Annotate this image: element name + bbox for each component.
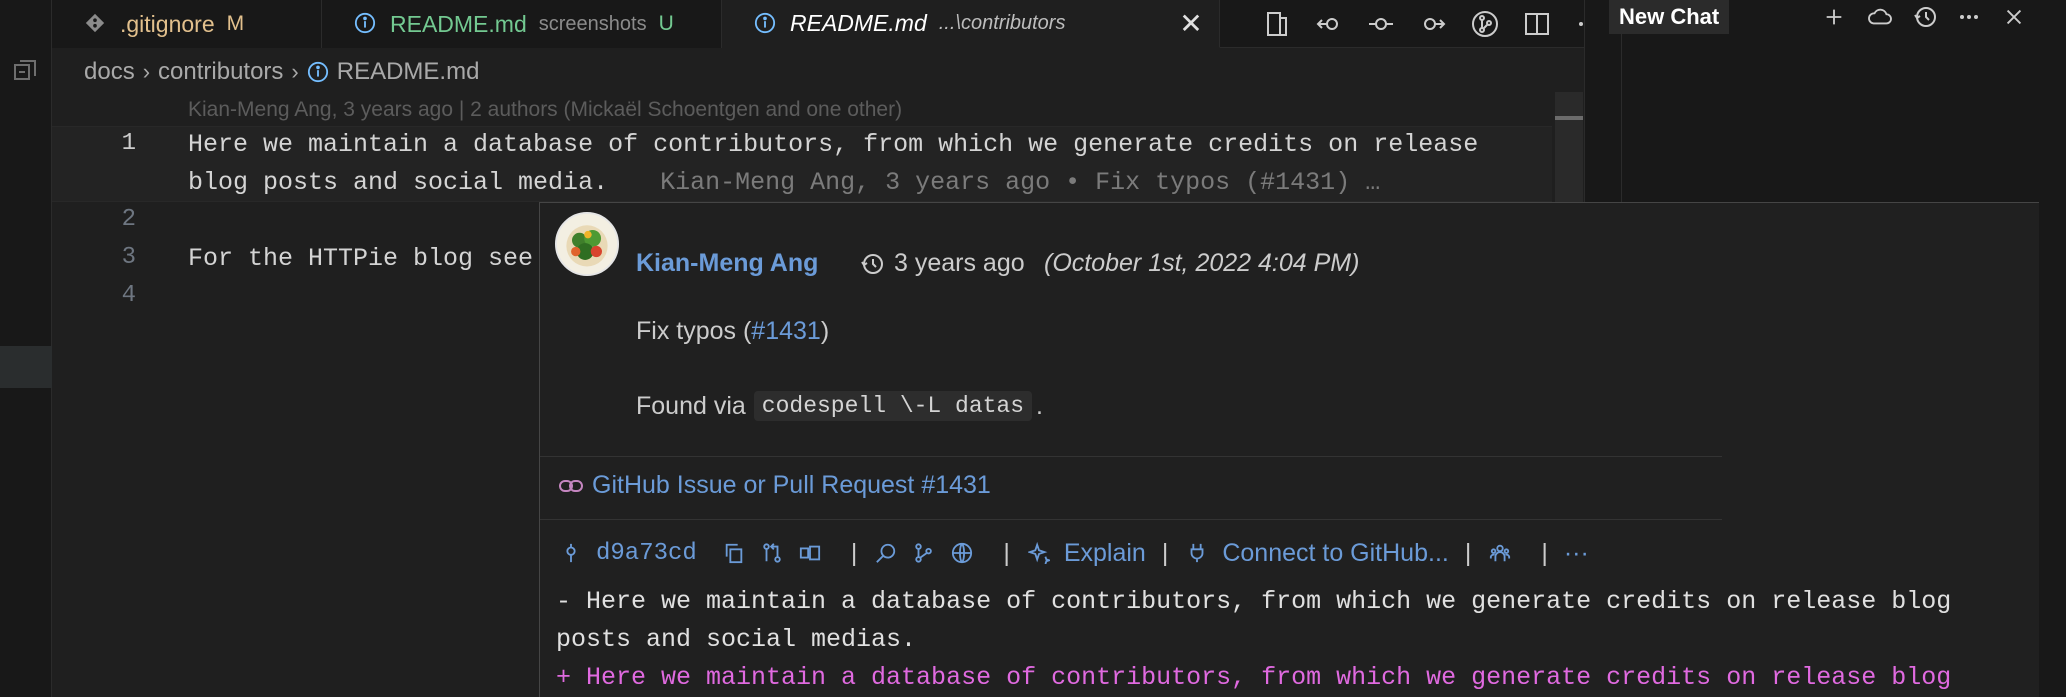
tab-bar: .gitignore M README.md screenshots U REA… <box>52 0 1599 48</box>
code-line-1-wrap: blog posts and social media. Kian-Meng An… <box>188 168 1380 197</box>
breadcrumb-item-readme[interactable]: README.md <box>337 58 480 86</box>
breadcrumb: docs › contributors › README.md <box>84 56 479 88</box>
history-icon <box>860 252 886 278</box>
tab-label: .gitignore <box>120 10 215 37</box>
separator: | <box>1541 538 1548 567</box>
separator: | <box>850 538 858 567</box>
graph-icon[interactable] <box>911 540 937 566</box>
message-text: ) <box>820 317 830 345</box>
issue-link-label: GitHub Issue or Pull Request #1431 <box>592 471 991 499</box>
next-change-icon[interactable] <box>1418 9 1448 39</box>
commit-toolbar: d9a73cd | | Explain | Connect to GitHub.… <box>558 533 1589 573</box>
team-icon[interactable] <box>1487 540 1513 566</box>
globe-icon[interactable] <box>949 540 975 566</box>
tab-readme-screenshots[interactable]: README.md screenshots U <box>322 0 722 48</box>
body-text: Found via <box>636 391 746 420</box>
divider <box>540 519 1722 520</box>
message-text: Fix typos ( <box>636 317 752 345</box>
inline-code: codespell \-L datas <box>753 391 1033 421</box>
tab-gitignore[interactable]: .gitignore M <box>52 0 322 48</box>
connect-github-button[interactable]: Connect to GitHub... <box>1222 539 1449 568</box>
codelens-authors[interactable]: Kian-Meng Ang, 3 years ago | 2 authors (… <box>188 98 902 122</box>
more-icon[interactable] <box>1954 2 1984 32</box>
open-changes-icon[interactable] <box>797 540 823 566</box>
info-icon <box>307 61 329 83</box>
divider <box>540 456 1722 457</box>
previous-change-icon[interactable] <box>1314 9 1344 39</box>
line-number: 1 <box>121 130 136 157</box>
breadcrumb-item-contributors[interactable]: contributors <box>158 58 283 86</box>
plug-icon <box>1184 540 1210 566</box>
commit-date-absolute: (October 1st, 2022 4:04 PM) <box>1044 249 1360 277</box>
separator: | <box>1161 538 1169 567</box>
tab-description: ...\contributors <box>938 12 1066 34</box>
separator: | <box>1003 538 1010 567</box>
close-icon[interactable] <box>1999 2 2029 32</box>
compare-icon[interactable] <box>759 540 785 566</box>
commit-icon[interactable] <box>1366 9 1396 39</box>
diff-line-removed: posts and social medias. <box>556 625 917 654</box>
body-text: . <box>1036 391 1043 420</box>
search-icon[interactable] <box>873 540 899 566</box>
close-icon[interactable]: ✕ <box>1177 10 1205 38</box>
author-avatar[interactable] <box>555 212 619 276</box>
untracked-badge: U <box>658 12 674 35</box>
info-icon <box>754 12 778 36</box>
breadcrumb-separator: › <box>291 59 299 84</box>
git-icon <box>84 12 108 36</box>
open-changes-icon[interactable] <box>1262 9 1292 39</box>
commit-message-title: Fix typos (#1431) <box>636 317 829 346</box>
breadcrumb-separator: › <box>142 59 151 84</box>
split-editor-icon[interactable] <box>1522 9 1552 39</box>
inline-blame[interactable]: Kian-Meng Ang, 3 years ago • Fix typos (… <box>660 168 1380 197</box>
modified-badge: M <box>226 12 245 35</box>
tab-label: README.md <box>390 10 527 37</box>
line-number: 4 <box>121 282 136 309</box>
chat-title-tab[interactable]: New Chat <box>1609 0 1730 34</box>
cloud-icon[interactable] <box>1865 2 1895 32</box>
commit-sha[interactable]: d9a73cd <box>596 540 697 567</box>
breadcrumb-item-docs[interactable]: docs <box>84 58 135 86</box>
commit-diff: - Here we maintain a database of contrib… <box>556 583 1951 697</box>
code-line-1: Here we maintain a database of contribut… <box>188 130 1479 159</box>
more-icon[interactable]: ··· <box>1564 539 1589 568</box>
copy-icon[interactable] <box>721 540 747 566</box>
collapse-icon[interactable] <box>12 58 38 84</box>
separator: | <box>1464 538 1472 567</box>
history-icon[interactable] <box>1910 2 1940 32</box>
explain-button[interactable]: Explain <box>1064 539 1146 568</box>
code-text: blog posts and social media. <box>188 168 609 197</box>
code-line-3: For the HTTPie blog see <box>188 244 534 273</box>
gitlens-icon[interactable] <box>1470 9 1500 39</box>
plus-icon[interactable] <box>1819 2 1849 32</box>
commit-date-relative: 3 years ago <box>894 249 1025 277</box>
tab-label: README.md <box>790 10 927 36</box>
commit-author-link[interactable]: Kian-Meng Ang <box>636 249 818 278</box>
info-icon <box>354 12 378 36</box>
link-icon <box>558 475 584 497</box>
editor-actions <box>1262 0 1604 48</box>
chat-header: New Chat <box>1585 0 2066 34</box>
diff-line-added: + Here we maintain a database of contrib… <box>556 663 1952 692</box>
commit-message-body: Found via codespell \-L datas . <box>636 391 1043 421</box>
blame-hover-card: Kian-Meng Ang 3 years ago (October 1st, … <box>539 202 2039 697</box>
issue-link[interactable]: GitHub Issue or Pull Request #1431 <box>558 471 991 500</box>
diff-line-removed: - Here we maintain a database of contrib… <box>556 587 1952 616</box>
sparkle-icon <box>1026 540 1052 566</box>
activity-selection[interactable] <box>0 346 52 388</box>
tab-readme-contributors[interactable]: README.md ...\contributors ✕ <box>722 0 1220 48</box>
pr-link[interactable]: #1431 <box>751 317 821 345</box>
activity-bar <box>0 0 52 697</box>
editor-scrollbar[interactable] <box>1555 92 1583 202</box>
line-number: 2 <box>121 206 136 233</box>
scrollbar-thumb[interactable] <box>1555 116 1583 120</box>
commit-icon <box>558 540 584 566</box>
tab-description: screenshots <box>538 12 647 35</box>
line-number: 3 <box>121 244 136 271</box>
